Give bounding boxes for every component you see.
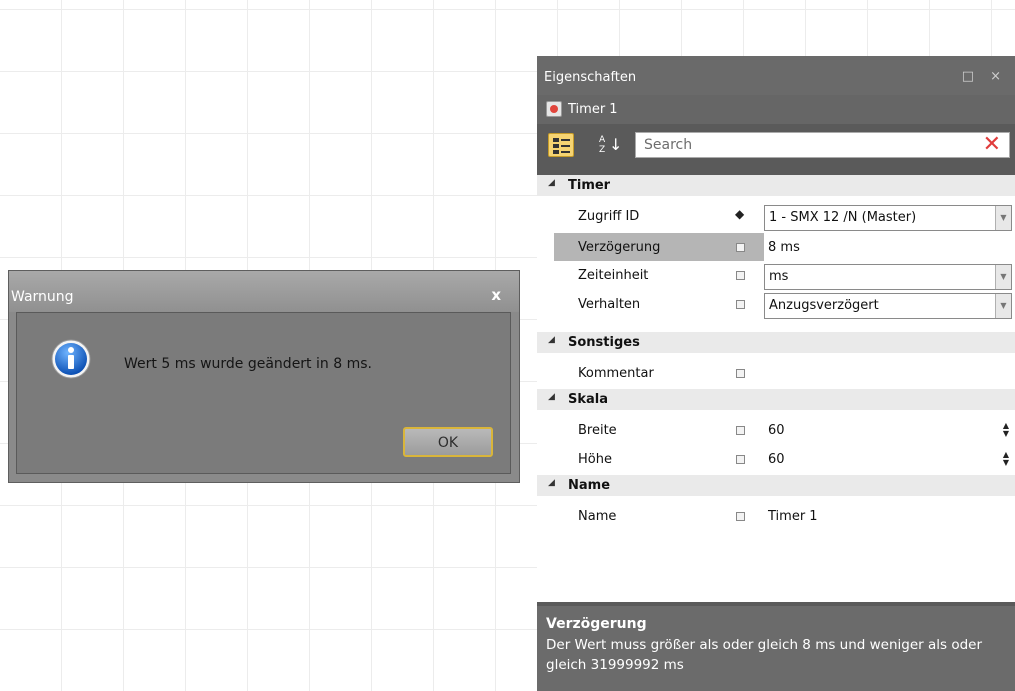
panel-title: Eigenschaften [544, 70, 637, 85]
property-row-hoehe[interactable]: Höhe 60 ▲ ▼ [537, 445, 1015, 474]
collapse-icon[interactable]: ◢ [548, 478, 555, 488]
zeiteinheit-select[interactable]: ms ▼ [764, 264, 1012, 290]
collapse-icon[interactable]: ◢ [548, 392, 555, 402]
chevron-down-icon[interactable]: ▼ [995, 206, 1011, 230]
diamond-icon: ◆ [735, 207, 745, 221]
flag-icon [736, 512, 745, 521]
flag-icon [736, 426, 745, 435]
collapse-icon[interactable]: ◢ [548, 178, 555, 188]
property-value: ms [769, 269, 789, 284]
sort-label-a: A [599, 135, 606, 145]
chevron-down-icon[interactable]: ▼ [995, 294, 1011, 318]
property-name: Breite [578, 423, 617, 438]
warning-dialog: Warnung x Wert 5 ms wurde geändert in 8 … [8, 270, 520, 483]
selected-object: Timer 1 [537, 95, 1015, 124]
panel-header: Eigenschaften □ × [537, 56, 1015, 95]
property-value: Anzugsverzögert [769, 298, 879, 313]
property-name: Kommentar [578, 366, 654, 381]
clear-search-icon[interactable]: ✕ [983, 133, 1001, 157]
ok-button[interactable]: OK [403, 427, 493, 457]
property-row-kommentar[interactable]: Kommentar [537, 359, 1015, 388]
property-row-name[interactable]: Name Timer 1 [537, 502, 1015, 531]
dialog-title: Warnung [11, 289, 74, 305]
object-name: Timer 1 [568, 102, 618, 117]
timer-icon [546, 101, 562, 117]
property-row-verzoegerung[interactable]: Verzögerung 8 ms [537, 233, 1015, 262]
category-sonstiges[interactable]: ◢ Sonstiges [537, 332, 1015, 353]
close-icon[interactable]: x [491, 286, 501, 304]
kommentar-input[interactable] [764, 359, 1015, 388]
property-grid: ◢ Timer Zugriff ID ◆ 1 - SMX 12 /N (Mast… [537, 175, 1015, 602]
search-field: ✕ [635, 132, 1010, 158]
flag-icon [736, 300, 745, 309]
property-name: Höhe [578, 452, 612, 467]
description-panel: Verzögerung Der Wert muss größer als ode… [537, 606, 1015, 691]
spinner-icon[interactable]: ▲ ▼ [1003, 451, 1009, 467]
category-label: Name [568, 478, 611, 493]
flag-icon [736, 271, 745, 280]
sort-label-z: Z [599, 145, 606, 155]
property-row-zeiteinheit[interactable]: Zeiteinheit ms ▼ [537, 261, 1015, 290]
property-name: Verhalten [578, 297, 641, 312]
property-name: Zeiteinheit [578, 268, 649, 283]
panel-toolbar: A Z ↓ ✕ [537, 124, 1015, 166]
property-name: Name [578, 509, 617, 524]
flag-icon [736, 243, 745, 252]
category-name[interactable]: ◢ Name [537, 475, 1015, 496]
categorized-view-icon[interactable] [548, 133, 574, 157]
dialog-body: Wert 5 ms wurde geändert in 8 ms. OK [16, 312, 511, 474]
flag-icon [736, 369, 745, 378]
chevron-down-icon[interactable]: ▼ [995, 265, 1011, 289]
verhalten-select[interactable]: Anzugsverzögert ▼ [764, 293, 1012, 319]
property-value: 1 - SMX 12 /N (Master) [769, 210, 917, 225]
spinner-icon[interactable]: ▲ ▼ [1003, 422, 1009, 438]
collapse-icon[interactable]: ◢ [548, 335, 555, 345]
search-input[interactable] [636, 133, 982, 157]
info-icon [51, 339, 91, 379]
category-skala[interactable]: ◢ Skala [537, 389, 1015, 410]
property-row-verhalten[interactable]: Verhalten Anzugsverzögert ▼ [537, 290, 1015, 319]
dialog-titlebar[interactable]: Warnung x [9, 271, 519, 312]
property-name: Verzögerung [554, 233, 764, 262]
description-title: Verzögerung [546, 616, 647, 632]
category-label: Skala [568, 392, 609, 407]
description-text: Der Wert muss größer als oder gleich 8 m… [546, 637, 983, 673]
properties-panel: Eigenschaften □ × Timer 1 A Z ↓ ✕ ◢ Time… [537, 56, 1015, 691]
sort-alphabetical-icon[interactable]: A Z ↓ [597, 135, 623, 157]
category-timer[interactable]: ◢ Timer [537, 175, 1015, 196]
name-input[interactable]: Timer 1 [764, 502, 1015, 531]
category-label: Sonstiges [568, 335, 640, 350]
flag-icon [736, 455, 745, 464]
dialog-message: Wert 5 ms wurde geändert in 8 ms. [124, 356, 372, 372]
sort-arrow-icon: ↓ [609, 135, 623, 154]
property-row-zugriff-id[interactable]: Zugriff ID ◆ 1 - SMX 12 /N (Master) ▼ [537, 202, 1015, 231]
property-name: Zugriff ID [578, 209, 640, 224]
hoehe-input[interactable]: 60 [764, 445, 1015, 474]
property-row-breite[interactable]: Breite 60 ▲ ▼ [537, 416, 1015, 445]
breite-input[interactable]: 60 [764, 416, 1015, 445]
category-label: Timer [568, 178, 611, 193]
zugriff-id-select[interactable]: 1 - SMX 12 /N (Master) ▼ [764, 205, 1012, 231]
window-controls[interactable]: □ × [962, 69, 1007, 84]
verzoegerung-input[interactable]: 8 ms [764, 233, 1015, 262]
